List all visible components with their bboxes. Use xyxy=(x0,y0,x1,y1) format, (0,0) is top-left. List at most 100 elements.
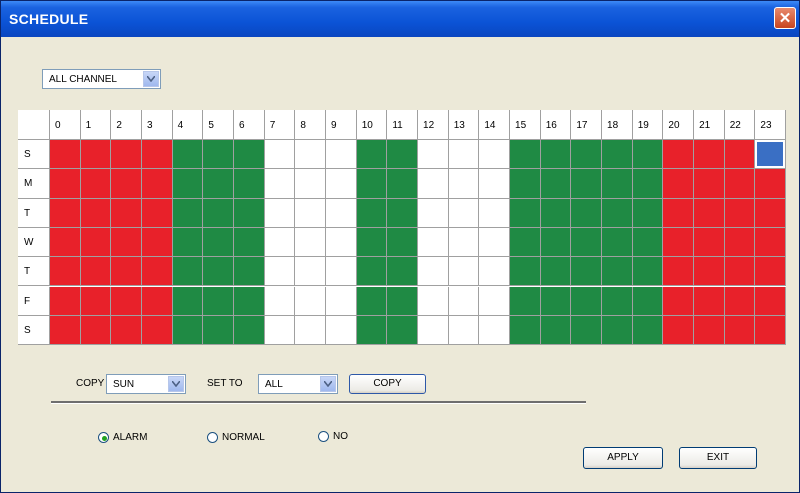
day-header[interactable]: F xyxy=(18,286,50,316)
schedule-cell[interactable] xyxy=(50,227,81,258)
hour-header[interactable]: 1 xyxy=(80,110,112,140)
schedule-cell[interactable] xyxy=(172,315,204,346)
schedule-cell[interactable] xyxy=(632,315,664,346)
schedule-cell[interactable] xyxy=(264,286,296,316)
schedule-cell[interactable] xyxy=(295,169,327,199)
hour-header[interactable]: 23 xyxy=(755,110,787,140)
hour-header[interactable]: 19 xyxy=(632,110,664,140)
schedule-cell[interactable] xyxy=(602,198,633,228)
schedule-cell[interactable] xyxy=(111,315,142,346)
schedule-cell[interactable] xyxy=(264,315,296,346)
schedule-cell[interactable] xyxy=(80,227,112,258)
schedule-cell[interactable] xyxy=(724,169,756,199)
schedule-cell[interactable] xyxy=(755,286,787,316)
schedule-cell[interactable] xyxy=(663,286,695,316)
schedule-cell[interactable] xyxy=(387,315,419,346)
schedule-cell[interactable] xyxy=(172,257,204,287)
schedule-cell[interactable] xyxy=(80,257,112,287)
schedule-cell[interactable] xyxy=(111,227,142,258)
schedule-cell[interactable] xyxy=(326,169,357,199)
schedule-cell[interactable] xyxy=(387,140,419,170)
schedule-cell[interactable] xyxy=(632,140,664,170)
schedule-cell[interactable] xyxy=(172,169,204,199)
hour-header[interactable]: 22 xyxy=(724,110,756,140)
schedule-cell[interactable] xyxy=(479,315,511,346)
schedule-cell[interactable] xyxy=(724,227,756,258)
schedule-cell[interactable] xyxy=(356,227,388,258)
chevron-down-icon[interactable] xyxy=(143,71,159,87)
schedule-cell[interactable] xyxy=(694,286,725,316)
schedule-cell[interactable] xyxy=(80,286,112,316)
schedule-cell[interactable] xyxy=(50,198,81,228)
schedule-cell[interactable] xyxy=(571,227,603,258)
schedule-cell[interactable] xyxy=(326,257,357,287)
schedule-cell[interactable] xyxy=(203,257,234,287)
schedule-cell[interactable] xyxy=(510,169,541,199)
schedule-cell[interactable] xyxy=(203,315,234,346)
schedule-cell[interactable] xyxy=(540,257,572,287)
day-header[interactable]: T xyxy=(18,257,50,287)
schedule-cell[interactable] xyxy=(571,315,603,346)
schedule-cell[interactable] xyxy=(50,169,81,199)
hour-header[interactable]: 16 xyxy=(540,110,572,140)
schedule-cell[interactable] xyxy=(326,140,357,170)
schedule-cell[interactable] xyxy=(203,198,234,228)
schedule-cell[interactable] xyxy=(50,315,81,346)
schedule-cell[interactable] xyxy=(663,315,695,346)
schedule-cell[interactable] xyxy=(418,140,449,170)
schedule-cell[interactable] xyxy=(80,140,112,170)
schedule-cell[interactable] xyxy=(418,198,449,228)
schedule-cell[interactable] xyxy=(479,286,511,316)
schedule-cell[interactable] xyxy=(172,227,204,258)
schedule-cell[interactable] xyxy=(111,286,142,316)
hour-header[interactable]: 17 xyxy=(571,110,603,140)
schedule-cell[interactable] xyxy=(387,169,419,199)
day-header[interactable]: S xyxy=(18,315,50,346)
hour-header[interactable]: 5 xyxy=(203,110,234,140)
schedule-cell[interactable] xyxy=(448,227,480,258)
schedule-cell[interactable] xyxy=(755,257,787,287)
schedule-cell[interactable] xyxy=(203,169,234,199)
schedule-cell[interactable] xyxy=(203,140,234,170)
schedule-cell[interactable] xyxy=(724,198,756,228)
copy-from-select[interactable]: SUN xyxy=(106,374,186,394)
close-button[interactable]: ✕ xyxy=(774,7,796,29)
schedule-cell[interactable] xyxy=(510,286,541,316)
schedule-cell[interactable] xyxy=(694,169,725,199)
schedule-cell[interactable] xyxy=(663,227,695,258)
channel-select[interactable]: ALL CHANNEL xyxy=(42,69,161,89)
schedule-cell[interactable] xyxy=(694,315,725,346)
schedule-cell[interactable] xyxy=(326,227,357,258)
schedule-cell[interactable] xyxy=(356,257,388,287)
chevron-down-icon[interactable] xyxy=(320,376,336,392)
schedule-cell[interactable] xyxy=(387,257,419,287)
title-bar[interactable]: SCHEDULE ✕ xyxy=(1,1,799,37)
schedule-cell[interactable] xyxy=(724,315,756,346)
schedule-cell[interactable] xyxy=(142,169,173,199)
schedule-cell[interactable] xyxy=(571,198,603,228)
schedule-cell[interactable] xyxy=(632,227,664,258)
schedule-cell[interactable] xyxy=(203,286,234,316)
schedule-cell[interactable] xyxy=(510,227,541,258)
schedule-cell[interactable] xyxy=(111,140,142,170)
schedule-cell[interactable] xyxy=(755,227,787,258)
schedule-cell[interactable] xyxy=(356,315,388,346)
schedule-cell[interactable] xyxy=(510,315,541,346)
schedule-cell[interactable] xyxy=(479,198,511,228)
day-header[interactable]: M xyxy=(18,169,50,199)
hour-header[interactable]: 15 xyxy=(510,110,541,140)
schedule-cell[interactable] xyxy=(172,286,204,316)
schedule-cell[interactable] xyxy=(111,169,142,199)
schedule-cell[interactable] xyxy=(479,169,511,199)
schedule-cell[interactable] xyxy=(755,198,787,228)
hour-header[interactable]: 2 xyxy=(111,110,142,140)
schedule-cell[interactable] xyxy=(571,140,603,170)
schedule-cell[interactable] xyxy=(50,140,81,170)
schedule-cell[interactable] xyxy=(111,257,142,287)
schedule-cell[interactable] xyxy=(540,315,572,346)
schedule-cell[interactable] xyxy=(663,257,695,287)
schedule-cell[interactable] xyxy=(510,140,541,170)
hour-header[interactable]: 12 xyxy=(418,110,449,140)
schedule-cell[interactable] xyxy=(540,198,572,228)
day-header[interactable]: S xyxy=(18,140,50,170)
